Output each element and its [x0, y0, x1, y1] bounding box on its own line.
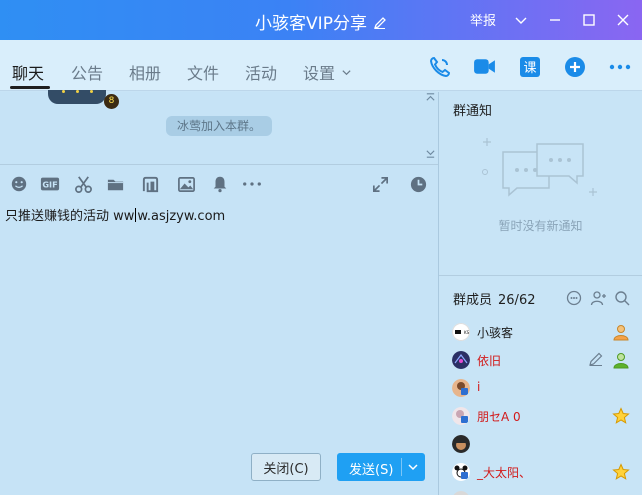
- avatar: [48, 90, 106, 104]
- tab-album[interactable]: 相册: [129, 60, 161, 84]
- send-options-chevron-icon[interactable]: [406, 460, 420, 474]
- screenshot-tool-icon[interactable]: [140, 174, 160, 194]
- avatar: [452, 379, 470, 397]
- close-button[interactable]: 关闭(C): [251, 453, 321, 481]
- right-sidebar: 群通知 暂时没有新通知 群成员 26/62 KS 小骇客 依旧 i 朋セA 0: [439, 92, 642, 495]
- add-app-icon[interactable]: [562, 54, 587, 79]
- avatar: [452, 351, 470, 369]
- members-title: 群成员: [453, 293, 493, 308]
- bell-icon[interactable]: [210, 174, 230, 194]
- tab-announcement[interactable]: 公告: [71, 60, 103, 84]
- expand-icon[interactable]: [370, 174, 390, 194]
- image-icon[interactable]: [176, 174, 196, 194]
- tab-bar: 聊天 公告 相册 文件 活动 设置 课: [0, 40, 642, 91]
- empty-notice-illustration-icon: [482, 138, 597, 197]
- search-icon[interactable]: [614, 290, 630, 306]
- send-button-label: 发送(S): [349, 463, 394, 478]
- phone-icon[interactable]: [427, 54, 452, 79]
- avatar: KS: [452, 323, 470, 341]
- member-name: i: [477, 380, 481, 394]
- star-icon: [612, 407, 630, 424]
- tab-activities[interactable]: 活动: [245, 60, 277, 84]
- member-row[interactable]: 朋セA 0: [439, 404, 642, 432]
- maximize-icon[interactable]: [580, 11, 598, 29]
- message-input[interactable]: 只推送赚钱的活动 ww w.asjzyw.com: [5, 205, 225, 224]
- tab-settings-label: 设置: [303, 64, 336, 83]
- collapse-up-icon[interactable]: [425, 92, 436, 106]
- active-tab-indicator: [10, 86, 50, 89]
- avatar: [452, 435, 470, 453]
- close-icon[interactable]: [614, 11, 632, 29]
- group-name: 小骇客VIP分享: [255, 14, 367, 34]
- tab-settings[interactable]: 设置: [303, 60, 352, 84]
- owner-icon: [613, 325, 629, 341]
- minimize-icon[interactable]: [546, 11, 564, 29]
- message-history[interactable]: 8 冰莺加入本群。: [0, 90, 438, 164]
- notice-empty-text: 暂时没有新通知: [498, 219, 583, 233]
- chevron-down-icon[interactable]: [512, 11, 530, 29]
- star-icon: [612, 463, 630, 480]
- video-call-icon[interactable]: [472, 54, 497, 79]
- members-count: 26/62: [498, 293, 536, 308]
- send-button[interactable]: 发送(S): [337, 453, 425, 481]
- send-button-separator: [401, 458, 402, 476]
- tab-actions: 课: [427, 54, 632, 79]
- edit-title-icon[interactable]: [373, 15, 387, 30]
- member-row[interactable]: [439, 432, 642, 460]
- member-name: _大太阳、: [477, 466, 532, 480]
- member-row[interactable]: KS 小骇客: [439, 320, 642, 348]
- members-header: 群成员 26/62: [453, 289, 535, 308]
- avatar: [453, 491, 469, 495]
- composer-toolbar: GIF: [0, 172, 438, 196]
- sidebar-divider: [439, 275, 642, 276]
- svg-text:KS: KS: [464, 330, 470, 335]
- tab-files[interactable]: 文件: [187, 60, 219, 84]
- add-member-icon[interactable]: [590, 290, 606, 306]
- scissors-icon[interactable]: [73, 174, 93, 194]
- folder-icon[interactable]: [105, 174, 125, 194]
- emoji-icon[interactable]: [9, 174, 29, 194]
- member-row[interactable]: [439, 488, 642, 495]
- system-message: 冰莺加入本群。: [166, 116, 272, 136]
- more-icon[interactable]: [607, 54, 632, 79]
- report-button[interactable]: 举报: [470, 10, 496, 29]
- svg-text:课: 课: [523, 61, 536, 76]
- history-clock-icon[interactable]: [408, 174, 428, 194]
- level-badge: 8: [104, 94, 119, 109]
- composer-divider: [0, 164, 438, 165]
- notice-title[interactable]: 群通知: [453, 100, 492, 119]
- class-icon[interactable]: 课: [517, 54, 542, 79]
- chat-pane: 8 冰莺加入本群。 GIF 只推送赚钱的活动 ww w.asjzyw.com 关闭…: [0, 90, 439, 495]
- gif-icon[interactable]: GIF: [40, 174, 60, 194]
- member-name: 朋セA 0: [477, 410, 521, 424]
- message-input-text-after: w.asjzyw.com: [137, 209, 226, 224]
- more-tools-icon[interactable]: [242, 174, 262, 194]
- window-controls: 举报: [470, 10, 632, 29]
- member-row[interactable]: i: [439, 376, 642, 404]
- member-row[interactable]: _大太阳、: [439, 460, 642, 488]
- avatar: [452, 407, 470, 425]
- tab-chat[interactable]: 聊天: [12, 60, 44, 84]
- collapse-down-icon[interactable]: [425, 148, 436, 162]
- chevron-down-icon: [342, 70, 351, 76]
- group-chat-icon[interactable]: [566, 290, 582, 306]
- edit-pencil-icon[interactable]: [588, 351, 604, 367]
- admin-icon: [613, 353, 629, 369]
- member-name: 依旧: [477, 354, 502, 368]
- member-actions: [566, 290, 630, 306]
- title-bar: 小骇客VIP分享 举报: [0, 0, 642, 40]
- member-name: 小骇客: [477, 326, 514, 340]
- svg-text:GIF: GIF: [42, 180, 57, 190]
- message-input-text-before: 只推送赚钱的活动 ww: [5, 209, 135, 224]
- member-row[interactable]: 依旧: [439, 348, 642, 376]
- avatar: [452, 463, 470, 481]
